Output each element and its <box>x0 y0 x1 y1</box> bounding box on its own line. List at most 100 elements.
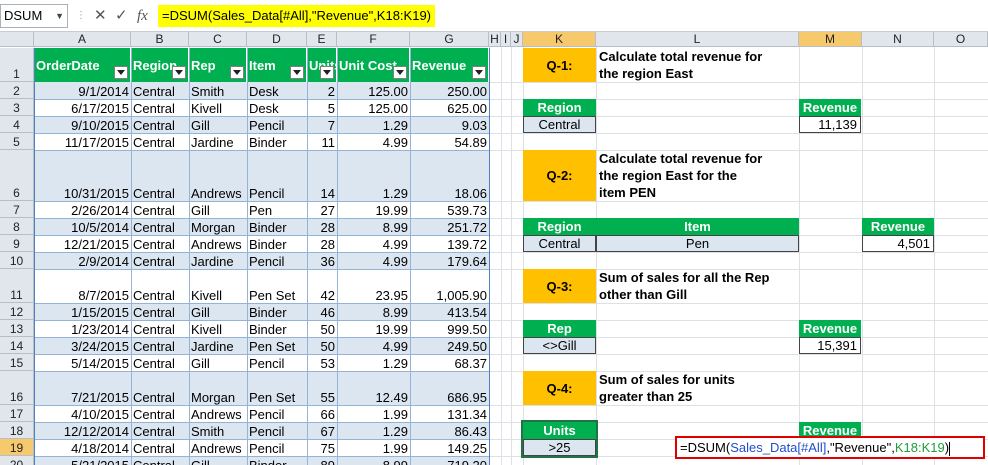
column-header-h[interactable]: H <box>489 32 501 47</box>
table-header-revenue[interactable]: Revenue <box>410 48 489 82</box>
q1-criteria-value[interactable]: Central <box>523 116 596 133</box>
table-cell[interactable]: Central <box>131 371 189 405</box>
table-cell[interactable]: 12/21/2015 <box>34 235 131 252</box>
table-cell[interactable]: 413.54 <box>410 303 489 320</box>
table-cell[interactable]: Gill <box>189 303 247 320</box>
table-cell[interactable]: Kivell <box>189 269 247 303</box>
row-header[interactable]: 15 <box>0 354 34 371</box>
column-header-a[interactable]: A <box>34 32 131 47</box>
table-cell[interactable]: Gill <box>189 201 247 218</box>
table-cell[interactable]: Binder <box>247 235 307 252</box>
table-cell[interactable]: Central <box>131 337 189 354</box>
table-cell[interactable]: 1.29 <box>337 116 410 133</box>
table-header-orderdate[interactable]: OrderDate <box>34 48 131 82</box>
table-cell[interactable]: 11 <box>307 133 337 150</box>
table-cell[interactable]: 89 <box>307 456 337 465</box>
table-cell[interactable]: Pencil <box>247 116 307 133</box>
table-cell[interactable]: 2/26/2014 <box>34 201 131 218</box>
table-cell[interactable]: Central <box>131 99 189 116</box>
table-cell[interactable]: 8.99 <box>337 218 410 235</box>
column-header-n[interactable]: N <box>862 32 934 47</box>
table-cell[interactable]: Pencil <box>247 422 307 439</box>
formula-edit-cell[interactable]: =DSUM(Sales_Data[#All],"Revenue",K18:K19… <box>675 436 985 459</box>
table-cell[interactable]: 5/14/2015 <box>34 354 131 371</box>
table-cell[interactable]: 1.99 <box>337 405 410 422</box>
table-cell[interactable]: 75 <box>307 439 337 456</box>
table-cell[interactable]: Central <box>131 303 189 320</box>
column-header-o[interactable]: O <box>934 32 988 47</box>
filter-dropdown-icon[interactable] <box>290 66 304 79</box>
row-header[interactable]: 16 <box>0 371 34 405</box>
table-cell[interactable]: Central <box>131 354 189 371</box>
table-cell[interactable]: 50 <box>307 337 337 354</box>
table-cell[interactable]: Pencil <box>247 405 307 422</box>
column-header-b[interactable]: B <box>131 32 189 47</box>
table-cell[interactable]: Smith <box>189 82 247 99</box>
table-cell[interactable]: 179.64 <box>410 252 489 269</box>
name-box[interactable]: DSUM ▼ <box>0 4 68 28</box>
table-cell[interactable]: 42 <box>307 269 337 303</box>
table-cell[interactable]: 131.34 <box>410 405 489 422</box>
table-cell[interactable]: Andrews <box>189 405 247 422</box>
table-cell[interactable]: 6/17/2015 <box>34 99 131 116</box>
table-cell[interactable]: Central <box>131 116 189 133</box>
table-cell[interactable]: Pen Set <box>247 371 307 405</box>
table-cell[interactable]: Binder <box>247 320 307 337</box>
column-header-k[interactable]: K <box>523 32 596 47</box>
table-cell[interactable]: 19.99 <box>337 201 410 218</box>
column-header-j[interactable]: J <box>511 32 523 47</box>
table-cell[interactable]: 1.99 <box>337 439 410 456</box>
table-cell[interactable]: 46 <box>307 303 337 320</box>
table-cell[interactable]: Central <box>131 82 189 99</box>
column-header-e[interactable]: E <box>307 32 337 47</box>
table-cell[interactable]: 125.00 <box>337 82 410 99</box>
table-cell[interactable]: 125.00 <box>337 99 410 116</box>
filter-dropdown-icon[interactable] <box>114 66 128 79</box>
table-cell[interactable]: 8.99 <box>337 303 410 320</box>
table-cell[interactable]: Central <box>131 269 189 303</box>
table-cell[interactable]: 1.29 <box>337 150 410 201</box>
table-cell[interactable]: 719.20 <box>410 456 489 465</box>
table-cell[interactable]: Pencil <box>247 439 307 456</box>
table-cell[interactable]: 2 <box>307 82 337 99</box>
table-cell[interactable]: Gill <box>189 354 247 371</box>
table-cell[interactable]: 54.89 <box>410 133 489 150</box>
row-header[interactable]: 6 <box>0 150 34 201</box>
table-cell[interactable]: 36 <box>307 252 337 269</box>
row-header[interactable]: 7 <box>0 201 34 218</box>
enter-icon[interactable]: ✓ <box>115 6 128 26</box>
row-header[interactable]: 17 <box>0 405 34 422</box>
row-header[interactable]: 11 <box>0 269 34 303</box>
table-cell[interactable]: 686.95 <box>410 371 489 405</box>
q2-criteria-value[interactable]: Central <box>523 235 596 252</box>
row-header[interactable]: 19 <box>0 439 34 456</box>
formula-input[interactable]: =DSUM(Sales_Data[#All],"Revenue",K18:K19… <box>158 5 436 27</box>
table-cell[interactable]: Smith <box>189 422 247 439</box>
table-cell[interactable]: 9/10/2015 <box>34 116 131 133</box>
table-cell[interactable]: 8.99 <box>337 456 410 465</box>
q1-revenue-value[interactable]: 11,139 <box>799 116 861 133</box>
table-cell[interactable]: Gill <box>189 116 247 133</box>
table-cell[interactable]: Binder <box>247 133 307 150</box>
table-cell[interactable]: Binder <box>247 456 307 465</box>
table-cell[interactable]: 11/17/2015 <box>34 133 131 150</box>
table-cell[interactable]: 2/9/2014 <box>34 252 131 269</box>
q2-item-value[interactable]: Pen <box>596 235 799 252</box>
table-cell[interactable]: Desk <box>247 82 307 99</box>
table-cell[interactable]: Jardine <box>189 337 247 354</box>
table-cell[interactable]: Central <box>131 201 189 218</box>
table-header-unit-cost[interactable]: Unit Cost <box>337 48 410 82</box>
table-cell[interactable]: 4.99 <box>337 337 410 354</box>
table-cell[interactable]: Jardine <box>189 133 247 150</box>
table-cell[interactable]: 4.99 <box>337 133 410 150</box>
table-cell[interactable]: 27 <box>307 201 337 218</box>
table-cell[interactable]: 7/21/2015 <box>34 371 131 405</box>
table-cell[interactable]: 999.50 <box>410 320 489 337</box>
table-cell[interactable]: 12.49 <box>337 371 410 405</box>
column-header-c[interactable]: C <box>189 32 247 47</box>
table-header-item[interactable]: Item <box>247 48 307 82</box>
table-cell[interactable]: 1,005.90 <box>410 269 489 303</box>
table-cell[interactable]: Desk <box>247 99 307 116</box>
row-header[interactable]: 12 <box>0 303 34 320</box>
row-header[interactable]: 14 <box>0 337 34 354</box>
